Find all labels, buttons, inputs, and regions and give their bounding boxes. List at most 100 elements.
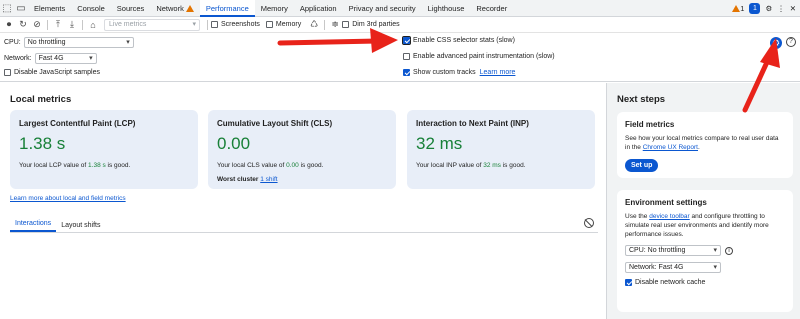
learn-more-metrics-link[interactable]: Learn more about local and field metrics <box>10 195 126 202</box>
next-steps-heading: Next steps <box>617 94 666 105</box>
lcp-card: Largest Contentful Paint (LCP) 1.38 s Yo… <box>10 110 198 189</box>
warning-icon <box>185 4 194 12</box>
cpu-label: CPU: <box>4 39 21 46</box>
metrics-subtabs: Interactions Layout shifts <box>10 217 598 233</box>
tab-elements[interactable]: Elements <box>28 0 71 17</box>
home-icon[interactable]: ⌂ <box>86 18 100 32</box>
cls-desc-pre: Your local CLS value of <box>217 162 287 169</box>
env-desc-pre: Use the <box>625 213 650 220</box>
info-icon[interactable]: i <box>725 246 733 255</box>
field-metrics-description: See how your local metrics compare to re… <box>625 134 785 152</box>
tab-recorder[interactable]: Recorder <box>470 0 513 17</box>
local-metrics-heading: Local metrics <box>10 94 72 105</box>
tab-performance[interactable]: Performance <box>199 0 255 17</box>
settings-gear-icon[interactable]: ⚙ <box>765 4 772 13</box>
tab-bar-right-controls: 1 1 ⚙ ⋮ ✕ <box>730 0 796 17</box>
memory-checkbox[interactable] <box>265 21 273 28</box>
device-toolbar-icon[interactable]: ▭ <box>14 1 28 15</box>
cls-desc-post: is good. <box>298 162 324 169</box>
toolbar-divider <box>207 19 208 30</box>
local-metrics-section: Local metrics Largest Contentful Paint (… <box>0 83 606 319</box>
css-selector-stats-checkbox[interactable] <box>402 36 411 45</box>
env-cpu-select[interactable]: CPU: No throttling <box>625 245 721 256</box>
environment-settings-title: Environment settings <box>625 198 707 207</box>
reload-record-icon[interactable]: ↻ <box>16 18 30 32</box>
lcp-desc-post: is good. <box>105 162 131 169</box>
issues-counter[interactable]: 1 <box>730 4 744 13</box>
cls-description: Your local CLS value of 0.00 is good. <box>217 162 387 169</box>
tab-lighthouse[interactable]: Lighthouse <box>422 0 471 17</box>
paint-instrumentation-checkbox[interactable] <box>403 53 410 60</box>
disable-js-samples-row: Disable JavaScript samples <box>4 69 100 76</box>
tab-layout-shifts[interactable]: Layout shifts <box>56 222 105 232</box>
toolbar-divider <box>82 19 83 30</box>
performance-toolbar: ⏺ ↻ ⊘ ⤒ ⤓ ⌂ Live metrics Screenshots Mem… <box>0 17 800 33</box>
screenshots-label: Screenshots <box>221 21 260 28</box>
lcp-desc-pre: Your local LCP value of <box>19 162 89 169</box>
tab-network[interactable]: Network <box>150 0 200 17</box>
clear-log-icon[interactable] <box>584 218 594 228</box>
memory-label: Memory <box>275 21 302 28</box>
align-tracks-icon[interactable]: ≑ <box>328 18 342 32</box>
disable-js-samples-checkbox[interactable] <box>4 69 11 76</box>
inp-card: Interaction to Next Paint (INP) 32 ms Yo… <box>407 110 595 189</box>
device-toolbar-link[interactable]: device toolbar <box>649 213 689 220</box>
record-icon[interactable]: ⏺ <box>2 18 16 32</box>
paint-instrumentation-row: Enable advanced paint instrumentation (s… <box>403 53 555 60</box>
issues-count: 1 <box>740 4 745 13</box>
inp-title: Interaction to Next Paint (INP) <box>416 119 529 128</box>
capture-settings-gear-icon[interactable]: ⚙ <box>770 37 782 49</box>
worst-cluster-link[interactable]: 1 shift <box>260 176 277 183</box>
garbage-collect-icon[interactable]: ♺ <box>307 18 321 32</box>
lcp-desc-value: 1.38 s <box>88 162 106 169</box>
help-icon[interactable]: ? <box>786 37 796 47</box>
env-network-row: Network: Fast 4G <box>625 262 785 273</box>
capture-settings-pane: CPU: No throttling Network: Fast 4G Disa… <box>0 34 800 82</box>
devtools-tab-bar: ⬚ ▭ Elements Console Sources Network Per… <box>0 0 800 17</box>
dim-third-parties-label: Dim 3rd parties <box>352 21 400 28</box>
cls-title: Cumulative Layout Shift (CLS) <box>217 119 333 128</box>
more-options-icon[interactable]: ⋮ <box>777 4 785 13</box>
custom-tracks-checkbox[interactable] <box>403 69 410 76</box>
cpu-throttling-select[interactable]: No throttling <box>23 37 134 48</box>
screenshots-checkbox[interactable] <box>211 21 218 28</box>
close-devtools-icon[interactable]: ✕ <box>790 4 796 13</box>
lcp-title: Largest Contentful Paint (LCP) <box>19 119 136 128</box>
env-network-select[interactable]: Network: Fast 4G <box>625 262 721 273</box>
inp-desc-value: 32 ms <box>483 162 501 169</box>
tab-memory[interactable]: Memory <box>255 0 294 17</box>
chrome-ux-report-link[interactable]: Chrome UX Report <box>643 144 698 151</box>
disable-cache-checkbox[interactable] <box>625 279 632 286</box>
field-metrics-card: Field metrics See how your local metrics… <box>617 112 793 178</box>
dim-third-parties-checkbox[interactable] <box>342 21 350 28</box>
inspect-element-icon[interactable]: ⬚ <box>0 1 14 15</box>
download-icon[interactable]: ⤓ <box>65 18 79 32</box>
live-metrics-select[interactable]: Live metrics <box>104 18 200 31</box>
env-cpu-row: CPU: No throttling i <box>625 245 785 256</box>
inp-value: 32 ms <box>416 134 463 153</box>
tab-privacy-security[interactable]: Privacy and security <box>343 0 422 17</box>
tab-sources[interactable]: Sources <box>111 0 151 17</box>
disable-js-samples-label: Disable JavaScript samples <box>14 69 100 76</box>
cls-value: 0.00 <box>217 134 251 153</box>
environment-settings-card: Environment settings Use the device tool… <box>617 190 793 312</box>
cpu-throttling-row: CPU: No throttling <box>4 37 134 48</box>
network-label: Network: <box>4 55 32 62</box>
css-selector-stats-row: Enable CSS selector stats (slow) <box>402 36 515 45</box>
inp-desc-post: is good. <box>500 162 526 169</box>
upload-icon[interactable]: ⤒ <box>51 18 65 32</box>
cls-card: Cumulative Layout Shift (CLS) 0.00 Your … <box>208 110 396 189</box>
tab-application[interactable]: Application <box>294 0 343 17</box>
network-throttling-select[interactable]: Fast 4G <box>34 53 97 64</box>
next-steps-panel: Next steps Field metrics See how your lo… <box>606 83 800 319</box>
field-desc-post: . <box>698 144 700 151</box>
ai-assistance-icon[interactable]: 1 <box>749 3 761 14</box>
set-up-button[interactable]: Set up <box>625 159 659 172</box>
clear-icon[interactable]: ⊘ <box>30 18 44 32</box>
paint-instrumentation-label: Enable advanced paint instrumentation (s… <box>413 53 555 60</box>
learn-more-link[interactable]: Learn more <box>480 69 516 76</box>
inp-description: Your local INP value of 32 ms is good. <box>416 162 586 169</box>
tab-interactions[interactable]: Interactions <box>10 220 57 232</box>
toolbar-divider <box>47 19 48 30</box>
tab-console[interactable]: Console <box>71 0 111 17</box>
